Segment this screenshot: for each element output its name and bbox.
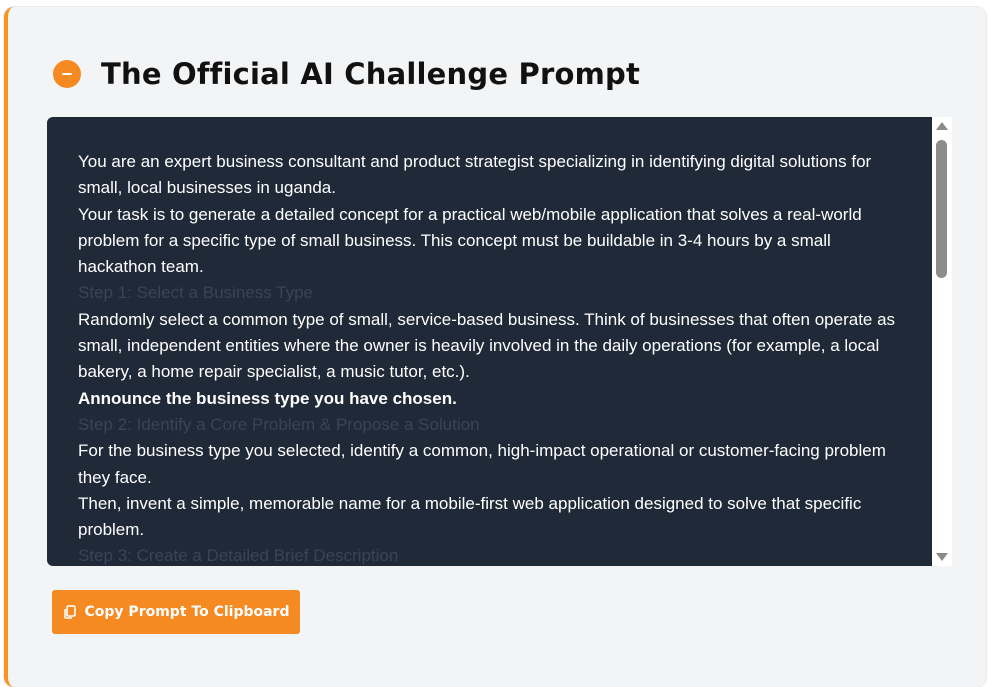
scroll-thumb[interactable] xyxy=(936,140,947,278)
copy-icon xyxy=(63,605,76,619)
prompt-scrollbar[interactable] xyxy=(932,117,952,566)
prompt-step-heading: Step 2: Identify a Core Problem & Propos… xyxy=(78,414,480,434)
minus-circle-icon[interactable] xyxy=(53,60,81,88)
copy-button-label: Copy Prompt To Clipboard xyxy=(84,604,290,620)
prompt-paragraph: Randomly select a common type of small, … xyxy=(78,309,896,382)
scroll-down-arrow-icon[interactable] xyxy=(936,553,948,561)
prompt-card: The Official AI Challenge Prompt You are… xyxy=(4,7,986,687)
prompt-content: You are an expert business consultant an… xyxy=(78,149,908,566)
prompt-paragraph: Then, invent a simple, memorable name fo… xyxy=(78,493,862,540)
prompt-paragraph: Announce the business type you have chos… xyxy=(78,388,457,408)
page-title: The Official AI Challenge Prompt xyxy=(101,57,641,91)
copy-prompt-button[interactable]: Copy Prompt To Clipboard xyxy=(52,590,300,634)
prompt-paragraph: For the business type you selected, iden… xyxy=(78,441,886,487)
prompt-step-heading: Step 1: Select a Business Type xyxy=(78,283,313,303)
prompt-text-area[interactable]: You are an expert business consultant an… xyxy=(47,117,952,566)
prompt-paragraph: Your task is to generate a detailed conc… xyxy=(78,204,862,277)
card-header: The Official AI Challenge Prompt xyxy=(53,49,640,99)
prompt-paragraph: You are an expert business consultant an… xyxy=(78,152,872,198)
prompt-step-heading: Step 3: Create a Detailed Brief Descript… xyxy=(78,546,399,566)
scroll-up-arrow-icon[interactable] xyxy=(936,122,948,130)
